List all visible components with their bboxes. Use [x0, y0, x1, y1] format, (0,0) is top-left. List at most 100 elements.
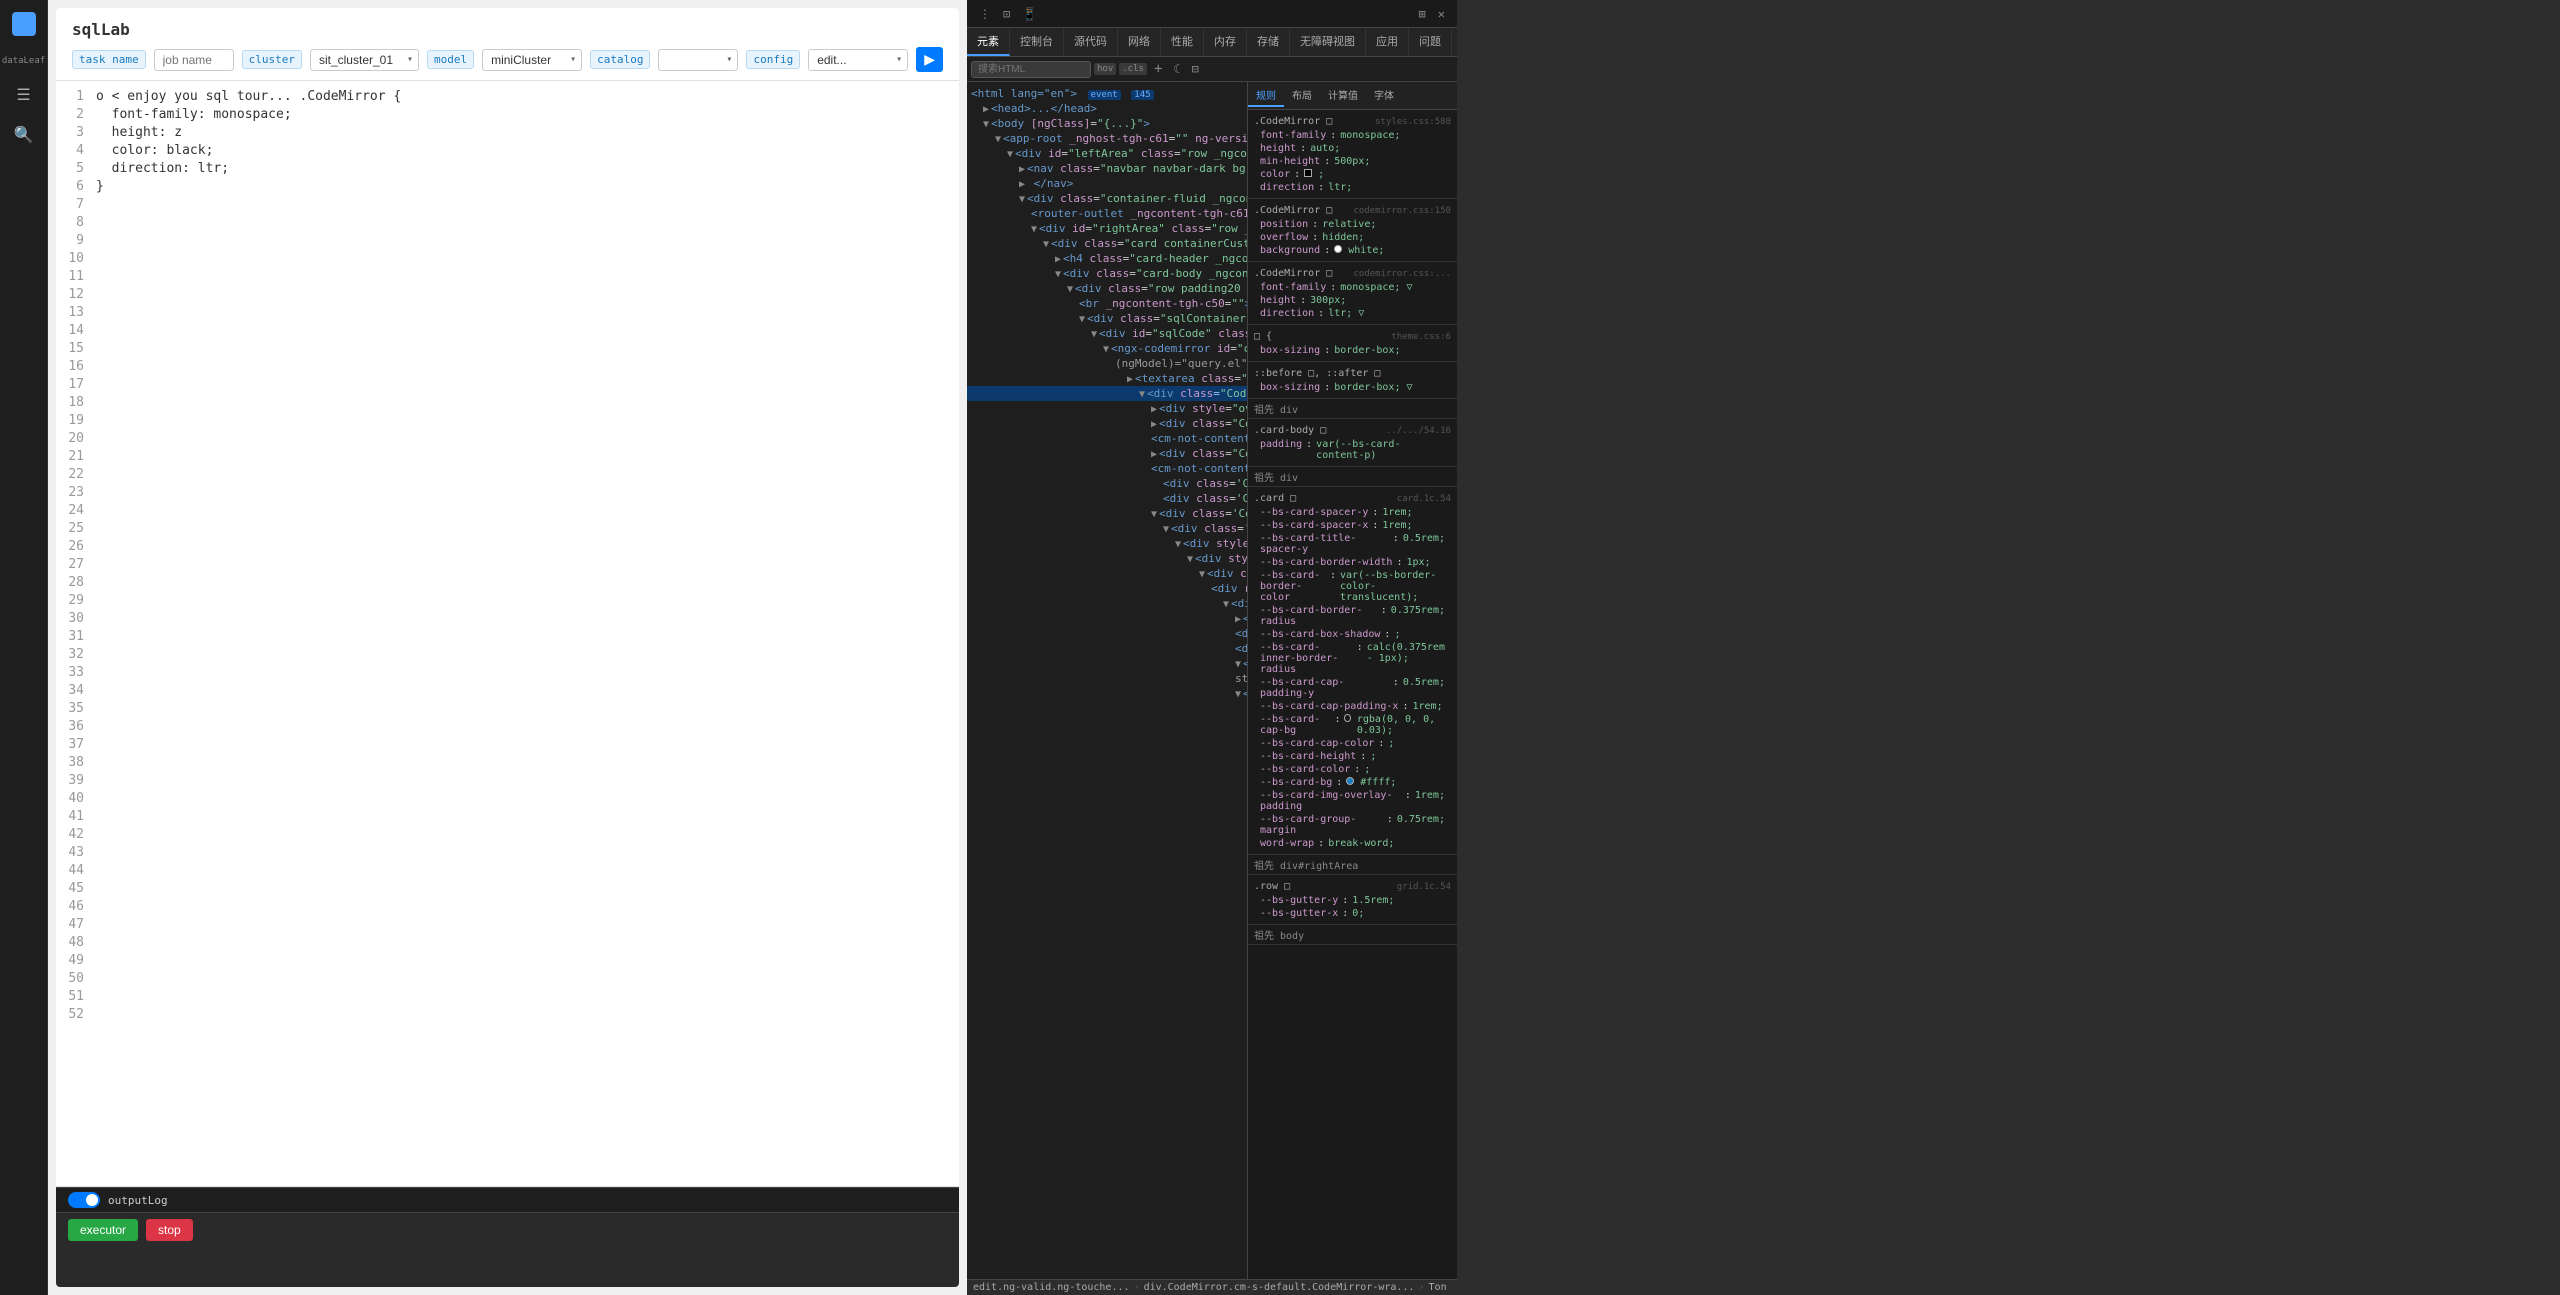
dom-tree-node[interactable]: <div class='CodeMirror-scrollbar-filler'… — [967, 476, 1247, 491]
styles-section-card-body-header[interactable]: .card-body □ ../.../54.16 — [1248, 423, 1457, 438]
styles-panel: 规则布局计算值字体 .CodeMirror □ styles.css:580 f… — [1247, 82, 1457, 1279]
code-line: 38 — [56, 755, 959, 773]
sidebar-menu-icon[interactable]: ☰ — [8, 78, 40, 110]
dom-tree-node[interactable]: ▶<div class='CodeMirror-measure'>...</di… — [967, 611, 1247, 626]
dom-tree-node[interactable]: ▶<head>...</head> — [967, 101, 1247, 116]
devtools-menu-icon[interactable]: ⋮ — [975, 5, 995, 23]
styles-sub-tab[interactable]: 规则 — [1248, 84, 1284, 107]
config-select[interactable]: edit... — [808, 49, 908, 71]
hov-btn[interactable]: hov — [1094, 63, 1116, 75]
styles-sub-tab[interactable]: 字体 — [1366, 84, 1402, 107]
dom-tree-node[interactable]: ▼<div class='CodeMirror-sizer' style='ma… — [967, 521, 1247, 536]
code-line: 41 — [56, 809, 959, 827]
dom-tree-node[interactable]: ▶<div class="CodeMirror-hscrollbar" tabi… — [967, 446, 1247, 461]
dom-tree-node[interactable]: ▼<div id="leftArea" class="row _ngconten… — [967, 146, 1247, 161]
styles-section-header-1[interactable]: .CodeMirror □ styles.css:580 — [1248, 114, 1457, 129]
dom-tree-node[interactable]: ▼<div class="CodeMirror cm-s-default Cod… — [967, 386, 1247, 401]
devtools-top-tab[interactable]: 元素 — [967, 28, 1010, 56]
styles-section-header-4[interactable]: □ { theme.css:6 — [1248, 329, 1457, 344]
dom-tree-node[interactable]: ▶<div style='position: relative;'>...</d… — [967, 701, 1247, 716]
styles-sub-tab[interactable]: 计算值 — [1320, 84, 1366, 107]
dom-tree-node[interactable]: <div class='CodeMirror-measure'></div> — [967, 626, 1247, 641]
dom-tree-node[interactable]: ▶<div class="CodeMirror-vscrollbar" tabi… — [967, 416, 1247, 431]
dom-tree-node[interactable]: style='visibility: hidden;'>...</div> — [967, 671, 1247, 686]
close-devtools-icon[interactable]: ✕ — [1434, 5, 1449, 23]
code-editor[interactable]: 1o < enjoy you sql tour... .CodeMirror {… — [56, 81, 959, 1187]
code-line: 45 — [56, 881, 959, 899]
devtools-top-tab[interactable]: 存储 — [1247, 28, 1290, 56]
output-toggle[interactable] — [68, 1192, 100, 1208]
breadcrumb-item[interactable]: div.CodeMirror.cm-s-default.CodeMirror-w… — [1144, 1282, 1415, 1293]
devtools-top-tab[interactable]: 性能 — [1161, 28, 1204, 56]
plus-btn[interactable]: + — [1150, 59, 1166, 79]
dom-tree-node[interactable]: <br _ngcontent-tgh-c50=""> — [967, 296, 1247, 311]
model-select[interactable]: miniCluster — [482, 49, 582, 71]
dom-tree-node[interactable]: (ngModel)="query.el" class="ng-reflect-c… — [967, 356, 1247, 371]
dom-tree-node[interactable]: ▼<div id="sqlCode" class="panel _ngconte… — [967, 326, 1247, 341]
inspect-icon[interactable]: ⊡ — [999, 5, 1014, 23]
sidebar-search-icon[interactable]: 🔍 — [8, 118, 40, 150]
devtools-top-tab[interactable]: 无障碍视图 — [1290, 28, 1366, 56]
mobile-icon[interactable]: 📱 — [1018, 5, 1041, 23]
devtools-top-tab[interactable]: 源代码 — [1064, 28, 1118, 56]
styles-sub-tab[interactable]: 布局 — [1284, 84, 1320, 107]
cls-btn[interactable]: .cls — [1119, 63, 1147, 75]
styles-rule: --bs-card-border-color : var(--bs-border… — [1248, 569, 1457, 604]
code-line: 23 — [56, 485, 959, 503]
layout-btn[interactable]: ⊟ — [1188, 60, 1203, 78]
styles-section-header-3[interactable]: .CodeMirror □ codemirror.css:... — [1248, 266, 1457, 281]
task-name-input[interactable] — [154, 49, 234, 71]
dom-tree-node[interactable]: ▼<div style='position: relative; top: 0p… — [967, 536, 1247, 551]
breadcrumb-item[interactable]: Ton — [1429, 1282, 1447, 1293]
run-button[interactable]: ▶ — [916, 47, 943, 72]
stop-button[interactable]: stop — [146, 1219, 193, 1241]
devtools-top-tab[interactable]: 控制台 — [1010, 28, 1064, 56]
dom-tree-node[interactable]: ▼<div class="row padding20 _ngcontent-tg… — [967, 281, 1247, 296]
devtools-top-tab[interactable]: 更多 — [1452, 28, 1457, 56]
dom-tree-node[interactable]: ▶ </nav> — [967, 176, 1247, 191]
dom-tree[interactable]: <html lang="en"> event 145▶<head>...</he… — [967, 82, 1247, 1279]
dom-tree-node[interactable]: <div role='presentation'> event — [967, 581, 1247, 596]
devtools-top-tab[interactable]: 应用 — [1366, 28, 1409, 56]
dom-tree-node[interactable]: ▼<div class="card containerCustomer marg… — [967, 236, 1247, 251]
styles-rule: height : 300px; — [1248, 294, 1457, 307]
dom-tree-node[interactable]: ▶<nav class="navbar navbar-dark bg-dark … — [967, 161, 1247, 176]
dom-tree-node[interactable]: ▼<div class='CodeMirror-cursors'> — [967, 656, 1247, 671]
devtools-top-tab[interactable]: 网络 — [1118, 28, 1161, 56]
sun-moon-btn[interactable]: ☾ — [1169, 60, 1184, 78]
styles-section-header-5[interactable]: ::before □, ::after □ — [1248, 366, 1457, 381]
dom-tree-node[interactable]: ▼<div class='CodeMirror-scroll' tabindex… — [967, 506, 1247, 521]
dom-tree-node[interactable]: ▼<div class="sqlContainer _ngcontent-tgh… — [967, 311, 1247, 326]
dom-tree-node[interactable]: <html lang="en"> event 145 — [967, 86, 1247, 101]
styles-section-row-header[interactable]: .row □ grid.1c.54 — [1248, 879, 1457, 894]
dom-tree-node[interactable]: ▼<div style='position: relative; outline… — [967, 596, 1247, 611]
executor-button[interactable]: executor — [68, 1219, 138, 1241]
dom-tree-node[interactable]: ▶<div style="overflow: hidden; position:… — [967, 401, 1247, 416]
dom-tree-node[interactable]: ▼<body [ngClass]="{...}"> — [967, 116, 1247, 131]
dom-tree-node[interactable]: <cm-not-content true style='width: 18px;… — [967, 431, 1247, 446]
html-search-input[interactable] — [971, 61, 1091, 78]
dom-tree-node[interactable]: <cm-not-content true style='height: 18px… — [967, 461, 1247, 476]
devtools-top-tab[interactable]: 问题 — [1409, 28, 1452, 56]
dom-tree-node[interactable]: <div style='position: relative; z-index.… — [967, 641, 1247, 656]
dom-tree-node[interactable]: ▶<h4 class="card-header _ngcontent-tgh-c… — [967, 251, 1247, 266]
dom-tree-node[interactable]: ▼<div class="card-body _ngcontent-tgh-c5… — [967, 266, 1247, 281]
dom-tree-node[interactable]: ▼<ngx-codemirror id="cdEdit" class="ng-v… — [967, 341, 1247, 356]
dock-icon[interactable]: ⊞ — [1415, 5, 1430, 23]
styles-section-card-header[interactable]: .card □ card.1c.54 — [1248, 491, 1457, 506]
dom-tree-node[interactable]: ▼<div class='CodeMirror-code' role='pres… — [967, 686, 1247, 701]
dom-tree-node[interactable]: ▼<div id="rightArea" class="row _ngconte… — [967, 221, 1247, 236]
dom-tree-node[interactable]: ▼<div style='position: relative;'> — [967, 551, 1247, 566]
dom-tree-node[interactable]: ▶<textarea class="CodeMirror-source"... — [967, 371, 1247, 386]
dom-tree-node[interactable]: <div class='CodeMirror-gutter-filler' cm… — [967, 491, 1247, 506]
cluster-select[interactable]: sit_cluster_01 — [310, 49, 419, 71]
dom-tree-node[interactable]: ▼<div class='CodeMirror-lines'> — [967, 566, 1247, 581]
catalog-select[interactable] — [658, 49, 738, 71]
dom-tree-node[interactable]: ▼<app-root _nghost-tgh-c61="" ng-version… — [967, 131, 1247, 146]
code-line: 19 — [56, 413, 959, 431]
dom-tree-node[interactable]: ▼<div class="container-fluid _ngcontent-… — [967, 191, 1247, 206]
breadcrumb-item[interactable]: edit.ng-valid.ng-touche... — [973, 1282, 1130, 1293]
devtools-top-tab[interactable]: 内存 — [1204, 28, 1247, 56]
dom-tree-node[interactable]: <router-outlet _ngcontent-tgh-c61=""></r… — [967, 206, 1247, 221]
styles-section-header-2[interactable]: .CodeMirror □ codemirror.css:150 — [1248, 203, 1457, 218]
